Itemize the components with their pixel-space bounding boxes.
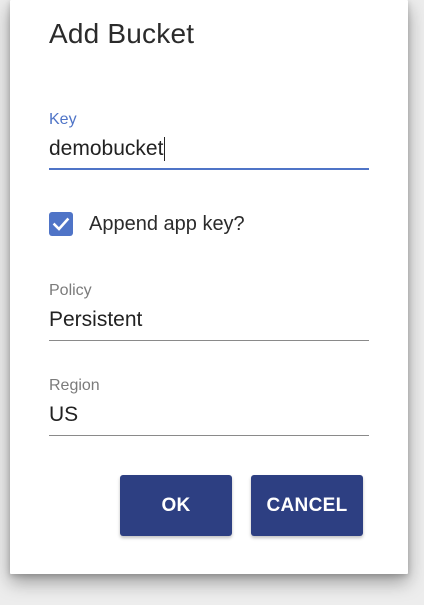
append-app-key-checkbox[interactable] xyxy=(49,212,73,236)
key-input-value: demobucket xyxy=(49,137,164,160)
check-icon xyxy=(52,217,70,231)
dialog-title: Add Bucket xyxy=(49,18,195,49)
region-field[interactable]: Region US xyxy=(49,376,369,436)
ok-button[interactable]: OK xyxy=(120,475,232,536)
append-app-key-row[interactable]: Append app key? xyxy=(49,209,245,239)
key-field-underline xyxy=(49,168,369,170)
cancel-button[interactable]: CANCEL xyxy=(251,475,363,536)
region-input[interactable]: US xyxy=(49,400,369,430)
append-app-key-label: Append app key? xyxy=(89,212,245,235)
add-bucket-dialog: Add Bucket Key demobucket Append app key… xyxy=(10,0,408,574)
key-input[interactable]: demobucket xyxy=(49,134,369,164)
key-field-label: Key xyxy=(49,111,77,128)
policy-input[interactable]: Persistent xyxy=(49,305,369,335)
region-field-underline xyxy=(49,435,369,436)
key-field[interactable]: Key demobucket xyxy=(49,110,369,170)
policy-field-label: Policy xyxy=(49,282,92,299)
policy-input-value: Persistent xyxy=(49,308,143,331)
region-input-value: US xyxy=(49,403,79,426)
text-caret xyxy=(164,137,166,161)
policy-field-underline xyxy=(49,340,369,341)
region-field-label: Region xyxy=(49,377,100,394)
policy-field[interactable]: Policy Persistent xyxy=(49,281,369,341)
